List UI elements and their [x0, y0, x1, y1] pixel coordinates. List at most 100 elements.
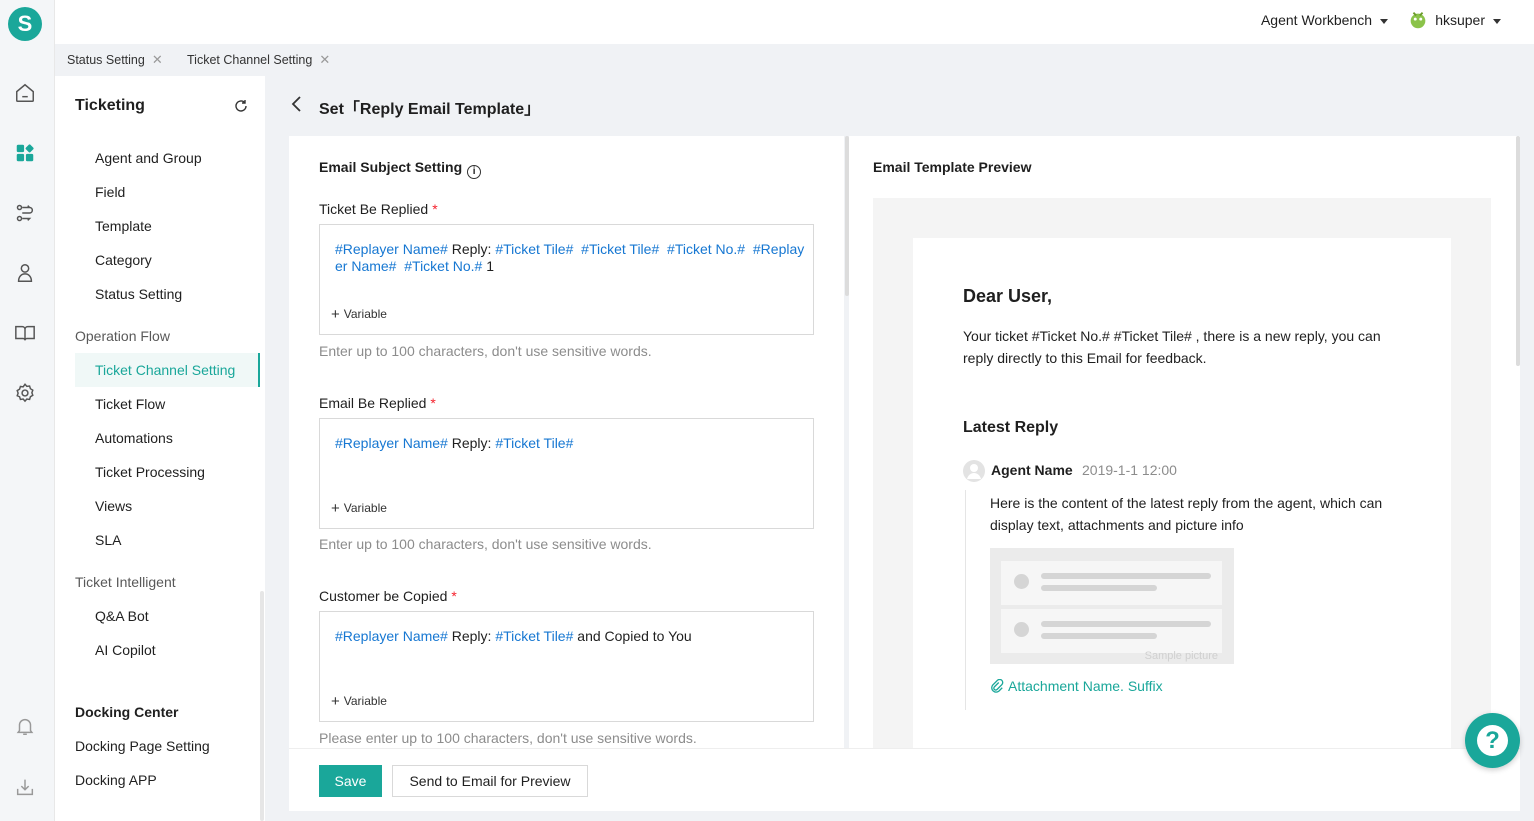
subject-text[interactable]: #Replayer Name# Reply: #Ticket Tile# and… [335, 628, 805, 645]
sidebar-group-operation-flow: Operation Flow [75, 328, 170, 344]
subject-text-segment: Reply: [447, 628, 496, 644]
preview-latest-reply-heading: Latest Reply [963, 419, 1059, 436]
sidebar-item-ticket-channel-setting[interactable]: Ticket Channel Setting [75, 353, 260, 387]
variable-token: #Ticket Tile# [581, 241, 660, 257]
agent-avatar-icon [963, 460, 985, 482]
add-variable-button[interactable]: + Variable [331, 306, 387, 323]
subject-text[interactable]: #Replayer Name# Reply: #Ticket Tile# [335, 435, 805, 452]
refresh-icon[interactable] [233, 98, 249, 114]
sidebar-item-status-setting[interactable]: Status Setting [95, 286, 182, 302]
sidebar-item-ticket-flow[interactable]: Ticket Flow [95, 396, 165, 412]
field-label-ticket-be-replied: Ticket Be Replied * [319, 201, 438, 217]
ticket-be-replied-input[interactable]: #Replayer Name# Reply: #Ticket Tile# #Ti… [319, 224, 814, 335]
preview-greeting: Dear User, [963, 286, 1053, 306]
email-be-replied-input[interactable]: #Replayer Name# Reply: #Ticket Tile# + Va… [319, 418, 814, 529]
close-icon[interactable]: ✕ [152, 52, 163, 67]
home-icon[interactable] [13, 81, 37, 105]
agent-name: Agent Name [991, 462, 1073, 478]
customer-be-copied-input[interactable]: #Replayer Name# Reply: #Ticket Tile# and… [319, 611, 814, 722]
subject-text[interactable]: #Replayer Name# Reply: #Ticket Tile# #Ti… [335, 241, 805, 275]
reply-divider [965, 490, 966, 710]
variable-token: #Ticket Tile# [495, 435, 574, 451]
variable-token: #Ticket No.# [667, 241, 746, 257]
gear-icon[interactable] [13, 381, 37, 405]
variable-token: #Replayer Name# [335, 241, 448, 257]
app-logo[interactable]: S [8, 7, 42, 41]
variable-token: #Ticket Tile# [495, 241, 574, 257]
attachment-link[interactable]: Attachment Name. Suffix [990, 678, 1163, 694]
form-footer: Save Send to Email for Preview [289, 748, 1520, 811]
sidebar-item-field[interactable]: Field [95, 184, 125, 200]
field-label-email-be-replied: Email Be Replied * [319, 395, 436, 411]
reply-content: Here is the content of the latest reply … [990, 495, 1383, 533]
top-bar: Agent Workbench hksuper [55, 0, 1534, 44]
preview-title: Email Template Preview [873, 159, 1032, 175]
subject-text-segment [573, 241, 581, 257]
preview-scrollbar[interactable] [1516, 136, 1520, 366]
user-avatar-icon[interactable] [1407, 9, 1429, 31]
add-variable-button[interactable]: + Variable [331, 693, 387, 710]
back-arrow-icon[interactable] [289, 95, 305, 113]
sample-picture: Sample picture [990, 548, 1234, 664]
tabs-bar: Status Setting ✕ Ticket Channel Setting ✕ [55, 44, 1534, 76]
reply-time: 2019-1-1 12:00 [1082, 462, 1177, 478]
tab-status-setting[interactable]: Status Setting ✕ [67, 52, 163, 68]
question-icon: ? [1477, 725, 1508, 756]
subject-text-segment: and Copied to You [573, 628, 692, 644]
placeholder-row [1001, 609, 1222, 653]
sidebar-item-automations[interactable]: Automations [95, 430, 173, 446]
sidebar-item-ticket-processing[interactable]: Ticket Processing [95, 464, 205, 480]
tab-ticket-channel-setting[interactable]: Ticket Channel Setting ✕ [187, 52, 330, 68]
close-icon[interactable]: ✕ [319, 52, 330, 67]
sidebar-scrollbar[interactable] [260, 591, 264, 821]
preview-background: Dear User, Your ticket #Ticket No.# #Tic… [873, 198, 1491, 758]
sidebar-item-qa-bot[interactable]: Q&A Bot [95, 608, 149, 624]
sidebar-item-sla[interactable]: SLA [95, 532, 121, 548]
save-button[interactable]: Save [319, 765, 382, 797]
add-variable-button[interactable]: + Variable [331, 500, 387, 517]
download-icon[interactable] [13, 775, 37, 799]
sidebar-item-docking-app[interactable]: Docking APP [75, 772, 157, 788]
sidebar-title: Ticketing [75, 97, 145, 114]
field-hint: Please enter up to 100 characters, don't… [319, 730, 697, 746]
placeholder-row [1001, 561, 1222, 605]
email-preview-sheet: Dear User, Your ticket #Ticket No.# #Tic… [913, 238, 1451, 758]
info-icon[interactable]: i [467, 165, 482, 179]
workbench-dropdown[interactable]: Agent Workbench [1261, 12, 1388, 28]
sidebar-item-docking-page-setting[interactable]: Docking Page Setting [75, 738, 210, 754]
field-label-customer-be-copied: Customer be Copied * [319, 588, 457, 604]
help-button[interactable]: ? [1465, 713, 1520, 768]
sidebar: Ticketing Agent and Group Field Template… [55, 76, 265, 821]
user-icon[interactable] [13, 261, 37, 285]
sidebar-item-agent-and-group[interactable]: Agent and Group [95, 150, 202, 166]
send-preview-button[interactable]: Send to Email for Preview [392, 765, 588, 797]
subject-text-segment: Reply: [447, 241, 496, 257]
chevron-down-icon [1380, 18, 1388, 24]
subject-text-segment [659, 241, 667, 257]
apps-icon[interactable] [13, 141, 37, 165]
sidebar-item-ai-copilot[interactable]: AI Copilot [95, 642, 156, 658]
sidebar-item-template[interactable]: Template [95, 218, 152, 234]
subject-text-segment: Reply: [447, 435, 496, 451]
variable-token: #Ticket No.# [404, 258, 483, 274]
user-menu[interactable]: hksuper [1435, 12, 1501, 28]
variable-token: #Replayer Name# [335, 435, 448, 451]
section-title: Email Subject Setting i [319, 159, 482, 179]
bell-icon[interactable] [13, 714, 37, 738]
preview-body: Your ticket #Ticket No.# #Ticket Tile# ,… [963, 328, 1381, 366]
variable-token: #Ticket Tile# [495, 628, 574, 644]
chevron-down-icon [1493, 18, 1501, 24]
sidebar-item-category[interactable]: Category [95, 252, 152, 268]
variable-token: #Replayer Name# [335, 628, 448, 644]
email-subject-form: Email Subject Setting i Ticket Be Replied… [289, 136, 844, 748]
subject-text-segment: 1 [482, 258, 495, 274]
icon-rail: S [0, 0, 55, 821]
subject-text-segment [745, 241, 753, 257]
field-hint: Enter up to 100 characters, don't use se… [319, 536, 652, 552]
sidebar-item-views[interactable]: Views [95, 498, 132, 514]
sidebar-heading-docking-center[interactable]: Docking Center [75, 704, 178, 720]
flow-icon[interactable] [13, 201, 37, 225]
book-icon[interactable] [13, 321, 37, 345]
sidebar-group-ticket-intelligent: Ticket Intelligent [75, 574, 176, 590]
page-title: Set「Reply Email Template」 [319, 101, 541, 118]
